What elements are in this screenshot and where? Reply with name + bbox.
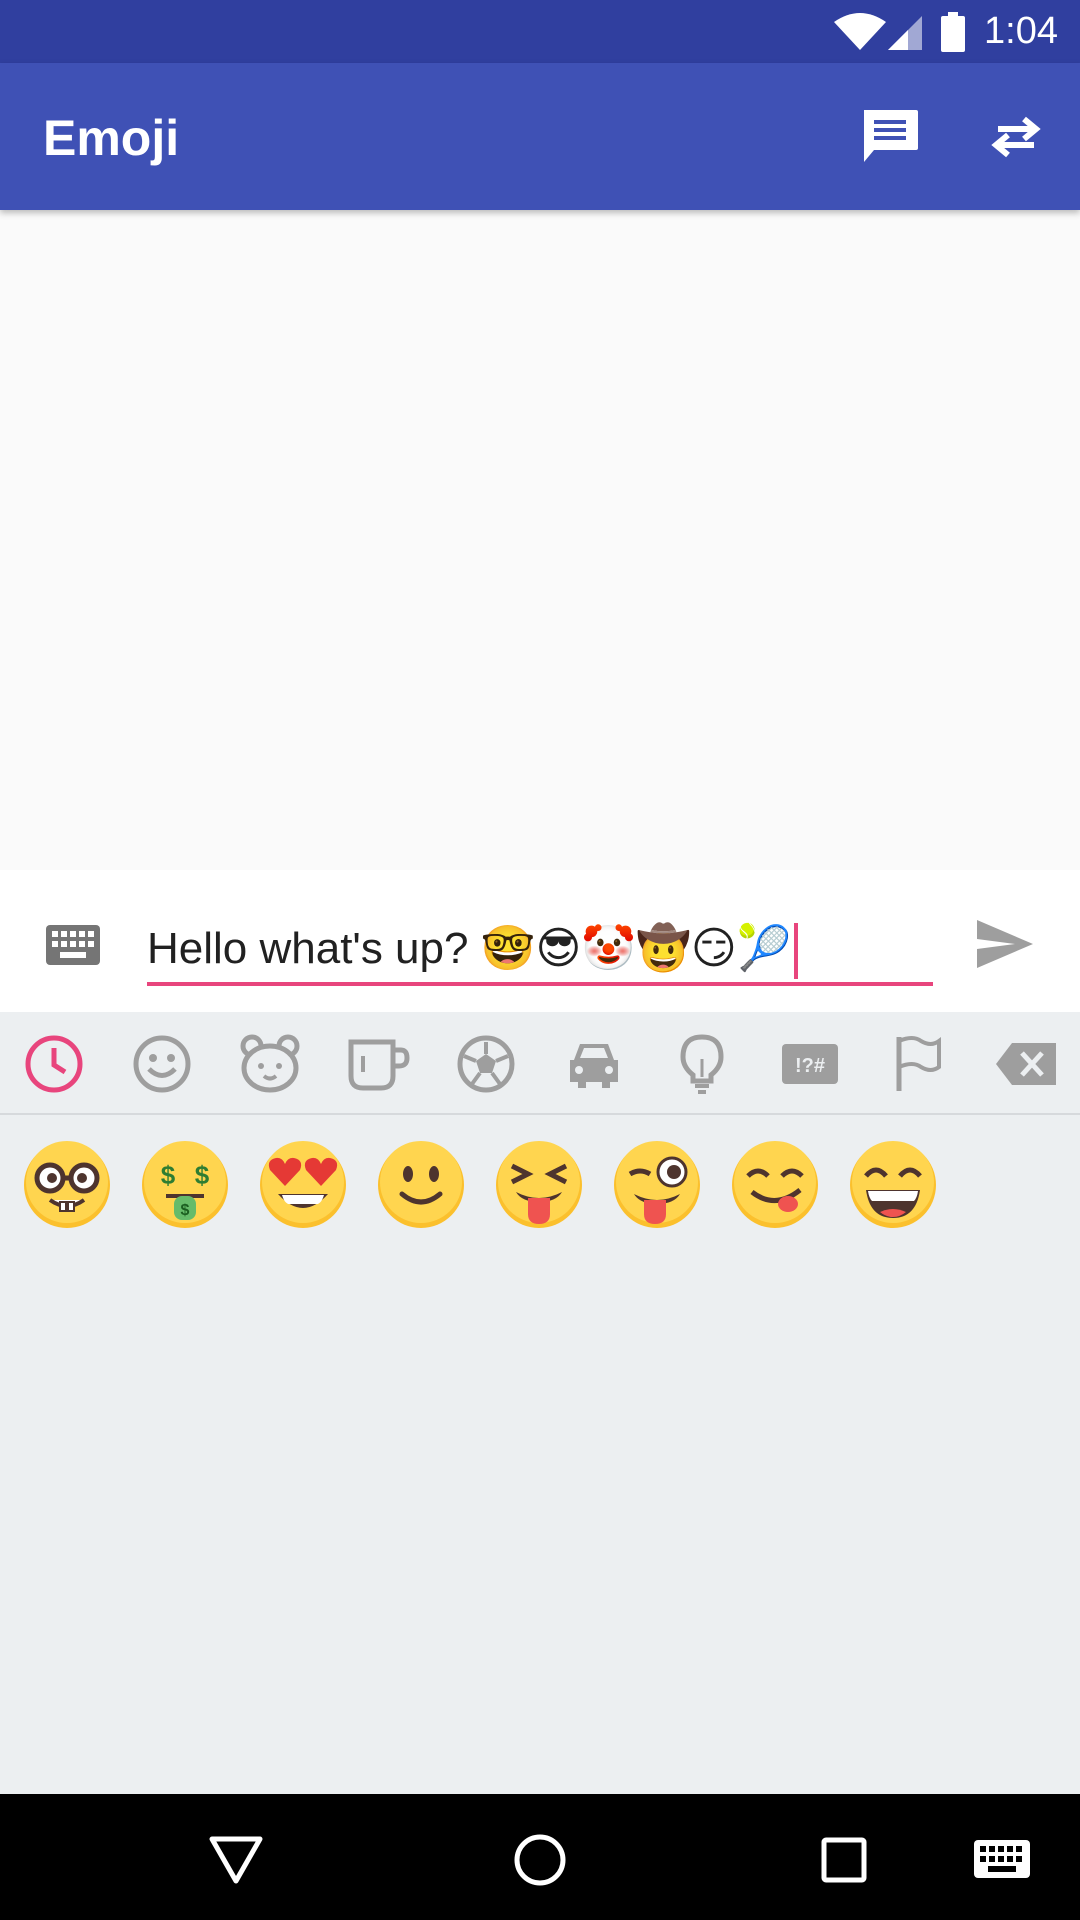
chat-icon: [864, 110, 918, 162]
tab-smileys[interactable]: [128, 1030, 196, 1098]
food-cup-icon: [348, 1039, 410, 1091]
app-title: Emoji: [43, 110, 180, 166]
nerd-face-emoji[interactable]: [22, 1140, 112, 1230]
keyboard-icon: [46, 925, 100, 965]
flag-icon: [896, 1036, 941, 1091]
heart-eyes-face-emoji[interactable]: [258, 1140, 348, 1230]
message-input-text: Hello what's up? 🤓😎🤡🤠😏🎾: [147, 924, 792, 973]
backspace-button[interactable]: [992, 1030, 1060, 1098]
money-mouth-face-emoji[interactable]: $ $ $: [140, 1140, 230, 1230]
send-button[interactable]: [975, 918, 1035, 975]
recent-clock-icon: [25, 1035, 83, 1093]
emoji-keyboard: [0, 1012, 1080, 1794]
svg-text:$: $: [181, 1202, 190, 1219]
yum-face-emoji[interactable]: [730, 1140, 820, 1230]
tab-symbols[interactable]: !?#: [776, 1030, 844, 1098]
smiley-icon: [133, 1035, 191, 1093]
nav-back-button[interactable]: [206, 1830, 266, 1890]
message-area: [0, 210, 1080, 870]
animal-bear-icon: [240, 1034, 300, 1093]
swap-icon: [991, 116, 1041, 158]
symbols-icon: !?#: [782, 1044, 838, 1084]
winking-tongue-face-emoji[interactable]: [612, 1140, 702, 1230]
lightbulb-icon: [680, 1034, 724, 1094]
clock-time: 1:04: [984, 10, 1058, 52]
swap-button[interactable]: [982, 103, 1050, 171]
car-icon: [570, 1044, 618, 1088]
svg-text:$: $: [195, 1160, 210, 1190]
nav-home-button[interactable]: [510, 1830, 570, 1890]
nav-recents-button[interactable]: [814, 1830, 874, 1890]
tab-food[interactable]: [344, 1030, 412, 1098]
tab-travel[interactable]: [560, 1030, 628, 1098]
slightly-smiling-face-emoji[interactable]: [376, 1140, 466, 1230]
tab-objects[interactable]: [668, 1030, 736, 1098]
status-bar: 1:04: [0, 0, 1080, 63]
home-icon: [514, 1834, 566, 1886]
backspace-icon: [996, 1043, 1056, 1085]
squinting-tongue-face-emoji[interactable]: [494, 1140, 584, 1230]
soccer-ball-icon: [457, 1035, 515, 1093]
grinning-smiling-eyes-face-emoji[interactable]: [848, 1140, 938, 1230]
nav-keyboard-button[interactable]: [972, 1830, 1032, 1890]
keyboard-icon: [974, 1840, 1030, 1878]
battery-icon: [941, 12, 965, 52]
tab-animals[interactable]: [236, 1030, 304, 1098]
cell-signal-icon: [888, 16, 922, 50]
svg-text:$: $: [161, 1160, 176, 1190]
message-input[interactable]: Hello what's up? 🤓😎🤡🤠😏🎾: [147, 918, 933, 986]
wifi-icon: [834, 13, 886, 50]
back-icon: [209, 1836, 263, 1884]
keyboard-toggle-button[interactable]: [46, 925, 100, 970]
text-caret: [793, 923, 798, 980]
svg-text:!?#: !?#: [795, 1055, 825, 1077]
send-icon: [977, 920, 1033, 968]
chat-button[interactable]: [856, 103, 924, 171]
app-bar: Emoji: [0, 63, 1080, 210]
tab-recent[interactable]: [20, 1030, 88, 1098]
tab-activities[interactable]: [452, 1030, 520, 1098]
tab-flags[interactable]: [884, 1030, 952, 1098]
recents-icon: [821, 1837, 867, 1883]
